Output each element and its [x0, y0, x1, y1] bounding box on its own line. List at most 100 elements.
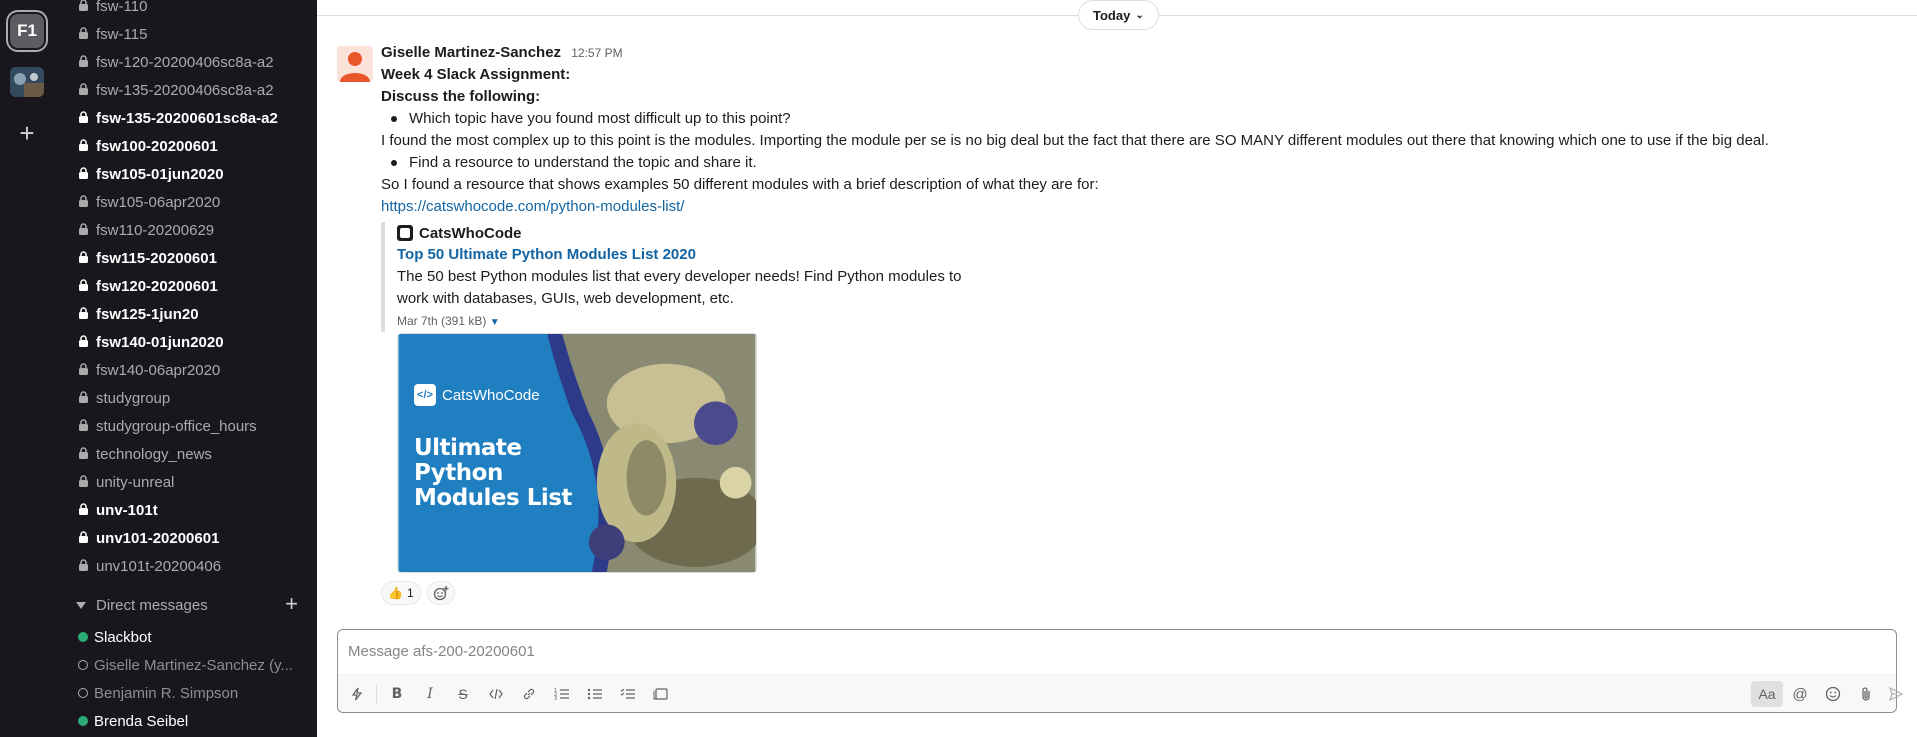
- channel-sidebar: fsw-110 fsw-115 fsw-120-20200406sc8a-a2 fsw…: [56, 0, 317, 737]
- add-workspace-button[interactable]: +: [14, 120, 40, 146]
- workspace-thumbnail[interactable]: [10, 67, 44, 97]
- unfurl-meta[interactable]: Mar 7th (391 kB) ▼: [397, 310, 981, 332]
- attach-button[interactable]: [1853, 681, 1879, 707]
- channel-label: fsw105-06apr2020: [96, 193, 221, 211]
- sidebar-channel[interactable]: fsw-135-20200601sc8a-a2: [78, 104, 278, 132]
- workspace-image-icon: [10, 67, 44, 97]
- bold-button[interactable]: B: [384, 681, 410, 707]
- shortcuts-button[interactable]: [344, 681, 370, 707]
- channel-label: unv101t-20200406: [96, 557, 222, 575]
- bullet-text: Which topic have you found most difficul…: [409, 110, 791, 127]
- italic-button[interactable]: I: [417, 681, 443, 707]
- channel-label: fsw140-06apr2020: [96, 361, 221, 379]
- lock-icon: [78, 559, 92, 573]
- ordered-list-button[interactable]: 123: [549, 681, 575, 707]
- message-bullet: Which topic have you found most difficul…: [381, 108, 1881, 130]
- link-button[interactable]: [516, 681, 542, 707]
- strikethrough-button[interactable]: S: [450, 681, 476, 707]
- lock-icon: [78, 139, 92, 153]
- sidebar-channel[interactable]: fsw120-20200601: [78, 272, 218, 300]
- toolbar-divider: [376, 684, 377, 704]
- sidebar-channel[interactable]: fsw-110: [78, 0, 147, 20]
- sidebar-channel[interactable]: unv101-20200601: [78, 524, 219, 552]
- message-input[interactable]: [348, 638, 1848, 664]
- sidebar-channel[interactable]: unity-unreal: [78, 468, 174, 496]
- day-divider-button[interactable]: Today ⌄: [1078, 0, 1159, 30]
- bulleted-list-button[interactable]: [582, 681, 608, 707]
- sidebar-channel[interactable]: studygroup-office_hours: [78, 412, 257, 440]
- bullet-list-icon: [587, 688, 602, 700]
- link-icon: [523, 688, 535, 700]
- add-emoji-icon: [433, 586, 449, 601]
- unfurl-title[interactable]: Top 50 Ultimate Python Modules List 2020: [397, 244, 981, 266]
- sidebar-channel[interactable]: fsw110-20200629: [78, 216, 214, 244]
- blockquote-button[interactable]: [615, 681, 641, 707]
- sidebar-channel[interactable]: fsw-135-20200406sc8a-a2: [78, 76, 274, 104]
- mention-button[interactable]: @: [1787, 681, 1813, 707]
- resource-link[interactable]: https://catswhocode.com/python-modules-l…: [381, 198, 684, 215]
- svg-text:3: 3: [554, 696, 557, 701]
- channel-label: technology_news: [96, 445, 212, 463]
- emoji-button[interactable]: [1820, 681, 1846, 707]
- channel-label: studygroup-office_hours: [96, 417, 257, 435]
- channel-label: fsw105-01jun2020: [96, 165, 224, 183]
- lock-icon: [78, 223, 92, 237]
- sidebar-channel[interactable]: fsw-115: [78, 20, 147, 48]
- lock-icon: [78, 363, 92, 377]
- preview-brand: </> CatsWhoCode: [414, 384, 540, 406]
- sidebar-channel[interactable]: fsw140-01jun2020: [78, 328, 224, 356]
- sidebar-channel[interactable]: fsw105-01jun2020: [78, 160, 224, 188]
- channel-label: fsw140-01jun2020: [96, 333, 224, 351]
- unfurl-description: The 50 best Python modules list that eve…: [397, 268, 962, 307]
- caret-down-icon[interactable]: ▼: [490, 317, 500, 328]
- message-pane: Today ⌄ Giselle Martinez-Sanchez 12:57 P…: [317, 0, 1917, 737]
- code-button[interactable]: [483, 681, 509, 707]
- bullet-icon: [391, 116, 397, 122]
- add-dm-button[interactable]: +: [285, 591, 298, 617]
- sidebar-dm[interactable]: Benjamin R. Simpson: [78, 679, 238, 707]
- message: Giselle Martinez-Sanchez 12:57 PM Week 4…: [381, 42, 1881, 218]
- sidebar-channel[interactable]: fsw100-20200601: [78, 132, 218, 160]
- workspace-badge[interactable]: F1: [10, 14, 44, 48]
- sidebar-channel[interactable]: fsw140-06apr2020: [78, 356, 220, 384]
- message-timestamp[interactable]: 12:57 PM: [571, 46, 622, 60]
- dm-label: Giselle Martinez-Sanchez (y...: [94, 656, 293, 674]
- reaction-count: 1: [406, 586, 414, 600]
- formatting-toggle-button[interactable]: Aa: [1751, 681, 1783, 707]
- link-unfurl: CatsWhoCode Top 50 Ultimate Python Modul…: [381, 222, 981, 332]
- lock-icon: [78, 447, 92, 461]
- send-button[interactable]: [1883, 681, 1909, 707]
- lock-icon: [78, 279, 92, 293]
- add-reaction-button[interactable]: [426, 581, 455, 605]
- unfurl-source: CatsWhoCode: [419, 224, 522, 242]
- lock-icon: [78, 419, 92, 433]
- sidebar-channel[interactable]: studygroup: [78, 384, 170, 412]
- message-sender[interactable]: Giselle Martinez-Sanchez: [381, 44, 561, 61]
- sidebar-channel[interactable]: fsw-120-20200406sc8a-a2: [78, 48, 274, 76]
- sidebar-dm[interactable]: Slackbot: [78, 623, 152, 651]
- caret-down-icon[interactable]: [76, 601, 86, 609]
- sidebar-dm[interactable]: Giselle Martinez-Sanchez (y...: [78, 651, 293, 679]
- sidebar-channel[interactable]: technology_news: [78, 440, 212, 468]
- bullet-icon: [391, 160, 397, 166]
- code-icon: [489, 688, 503, 700]
- lock-icon: [78, 195, 92, 209]
- sidebar-dm[interactable]: Brenda Seibel: [78, 707, 188, 735]
- smiley-icon: [1825, 686, 1841, 702]
- sidebar-channel[interactable]: unv101t-20200406: [78, 552, 221, 580]
- code-block-button[interactable]: [648, 681, 674, 707]
- away-status-icon: [78, 660, 88, 670]
- reaction-thumbs-up[interactable]: 👍 1: [381, 581, 421, 605]
- message-line: Discuss the following:: [381, 88, 541, 105]
- unfurl-image[interactable]: </> CatsWhoCode Ultimate Python Modules …: [397, 333, 757, 573]
- avatar[interactable]: [337, 46, 373, 82]
- sidebar-channel[interactable]: fsw105-06apr2020: [78, 188, 220, 216]
- sidebar-channel[interactable]: unv-101t: [78, 496, 158, 524]
- dm-label: Slackbot: [94, 628, 152, 646]
- direct-messages-header[interactable]: Direct messages +: [74, 591, 304, 619]
- sidebar-channel[interactable]: fsw115-20200601: [78, 244, 217, 272]
- message-line: Week 4 Slack Assignment:: [381, 66, 571, 83]
- sidebar-channel[interactable]: fsw125-1jun20: [78, 300, 199, 328]
- channel-label: fsw115-20200601: [96, 249, 217, 267]
- workspace-rail: F1 +: [0, 0, 56, 737]
